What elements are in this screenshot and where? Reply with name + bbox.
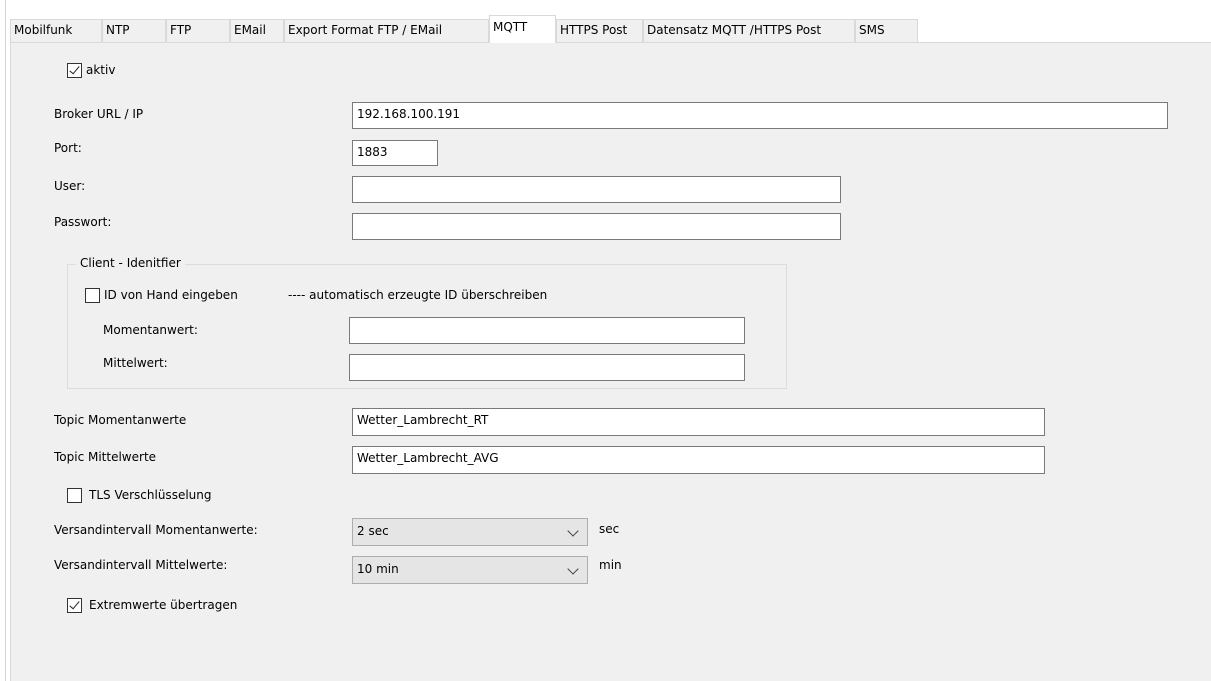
interval-momentan-unit: sec <box>599 522 620 536</box>
topic-mittel-label: Topic Mittelwerte <box>54 450 157 464</box>
user-input[interactable] <box>352 176 841 203</box>
tab-sms[interactable]: SMS <box>855 19 918 42</box>
tab-ftp[interactable]: FTP <box>166 19 230 42</box>
tab-mqtt[interactable]: MQTT <box>489 15 556 43</box>
port-label: Port: <box>54 141 82 155</box>
user-label: User: <box>54 179 86 193</box>
manual-id-note: ---- automatisch erzeugte ID überschreib… <box>288 288 548 302</box>
momentanwert-id-input[interactable] <box>349 317 745 344</box>
aktiv-label: aktiv <box>86 63 116 77</box>
momentanwert-label: Momentanwert: <box>103 323 198 337</box>
passwort-label: Passwort: <box>54 215 112 229</box>
topic-momentan-label: Topic Momentanwerte <box>54 413 187 427</box>
tab-ntp[interactable]: NTP <box>102 19 166 42</box>
tab-email[interactable]: EMail <box>230 19 284 42</box>
topic-mittel-input[interactable]: Wetter_Lambrecht_AVG <box>352 446 1045 474</box>
interval-mittel-value: 10 min <box>357 562 399 576</box>
manual-id-label: ID von Hand eingeben <box>104 288 238 302</box>
tab-export-format[interactable]: Export Format FTP / EMail <box>284 19 489 42</box>
passwort-input[interactable] <box>352 213 841 240</box>
interval-momentan-select[interactable]: 2 sec <box>352 518 588 546</box>
extremwerte-checkbox[interactable] <box>67 598 82 613</box>
broker-label: Broker URL / IP <box>54 107 144 121</box>
tls-label: TLS Verschlüsselung <box>89 488 212 502</box>
tls-checkbox[interactable] <box>67 488 82 503</box>
tab-strip: Mobilfunk NTP FTP EMail Export Format FT… <box>0 0 1211 43</box>
interval-mittel-label: Versandintervall Mittelwerte: <box>54 558 228 572</box>
mittelwert-label: Mittelwert: <box>103 356 168 370</box>
interval-momentan-value: 2 sec <box>357 524 389 538</box>
client-identifier-title: Client - Idenitfier <box>76 256 185 270</box>
tab-mobilfunk[interactable]: Mobilfunk <box>10 19 102 42</box>
interval-mittel-select[interactable]: 10 min <box>352 556 588 584</box>
manual-id-checkbox[interactable] <box>85 288 100 303</box>
topic-momentan-input[interactable]: Wetter_Lambrecht_RT <box>352 408 1045 436</box>
port-input[interactable]: 1883 <box>352 140 438 166</box>
chevron-down-icon[interactable] <box>567 525 579 537</box>
tab-datensatz[interactable]: Datensatz MQTT /HTTPS Post <box>643 19 855 42</box>
tab-https-post[interactable]: HTTPS Post <box>556 19 643 42</box>
interval-mittel-unit: min <box>599 558 622 572</box>
mittelwert-id-input[interactable] <box>349 354 745 381</box>
broker-input[interactable]: 192.168.100.191 <box>352 102 1168 129</box>
chevron-down-icon[interactable] <box>567 563 579 575</box>
aktiv-checkbox[interactable] <box>67 63 82 78</box>
window-frame-edge <box>5 0 6 681</box>
extremwerte-label: Extremwerte übertragen <box>89 598 238 612</box>
interval-momentan-label: Versandintervall Momentanwerte: <box>54 523 258 537</box>
